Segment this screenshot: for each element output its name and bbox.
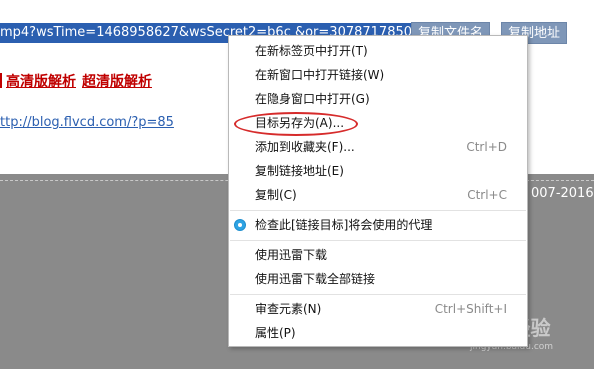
menu-separator (230, 240, 526, 241)
highlight-annotation-ellipse (234, 112, 358, 136)
menu-item-label: 属性(P) (255, 326, 296, 340)
radio-dot-icon (234, 219, 246, 231)
webpage: mp4?wsTime=1468958627&wsSecret2=b6c &or=… (0, 0, 594, 369)
menu-separator (230, 210, 526, 211)
hd-parse-link[interactable]: 高清版解析 (6, 74, 76, 90)
super-hd-parse-link[interactable]: 超清版解析 (82, 74, 152, 90)
copyright-years: 007-2016 (531, 186, 594, 201)
context-menu: 在新标签页中打开(T) 在新窗口中打开链接(W) 在隐身窗口中打开(G) 目标另… (228, 35, 528, 347)
menu-item-check-proxy[interactable]: 检查此[链接目标]将会使用的代理 (229, 214, 527, 236)
menu-item-label: 复制(C) (255, 188, 297, 202)
menu-item-xunlei-download-all[interactable]: 使用迅雷下载全部链接 (229, 268, 527, 290)
menu-separator (230, 294, 526, 295)
menu-item-label: 审查元素(N) (255, 302, 322, 316)
menu-item-add-to-favorites[interactable]: 添加到收藏夹(F)... Ctrl+D (229, 136, 527, 158)
resolution-links: 高清版解析 超清版解析 (0, 71, 158, 91)
menu-item-label: 检查此[链接目标]将会使用的代理 (255, 218, 433, 232)
menu-item-label: 使用迅雷下载 (255, 248, 328, 262)
menu-item-copy-link-address[interactable]: 复制链接地址(E) (229, 160, 527, 182)
menu-item-xunlei-download[interactable]: 使用迅雷下载 (229, 244, 527, 266)
menu-item-label: 添加到收藏夹(F)... (255, 140, 355, 154)
menu-item-inspect-element[interactable]: 审查元素(N) Ctrl+Shift+I (229, 298, 527, 320)
menu-item-shortcut: Ctrl+Shift+I (434, 302, 507, 316)
menu-item-copy[interactable]: 复制(C) Ctrl+C (229, 184, 527, 206)
menu-item-label: 在新标签页中打开(T) (255, 44, 368, 58)
menu-item-label: 复制链接地址(E) (255, 164, 344, 178)
menu-item-shortcut: Ctrl+D (466, 140, 507, 154)
menu-item-open-new-tab[interactable]: 在新标签页中打开(T) (229, 40, 527, 62)
menu-item-open-incognito[interactable]: 在隐身窗口中打开(G) (229, 88, 527, 110)
link-separator (0, 73, 2, 88)
menu-item-label: 在隐身窗口中打开(G) (255, 92, 370, 106)
menu-item-properties[interactable]: 属性(P) (229, 322, 527, 344)
menu-item-label: 使用迅雷下载全部链接 (255, 272, 376, 286)
menu-item-label: 在新窗口中打开链接(W) (255, 68, 385, 82)
menu-item-shortcut: Ctrl+C (467, 188, 507, 202)
menu-item-open-new-window[interactable]: 在新窗口中打开链接(W) (229, 64, 527, 86)
blog-link[interactable]: ttp://blog.flvcd.com/?p=85 (0, 115, 174, 130)
